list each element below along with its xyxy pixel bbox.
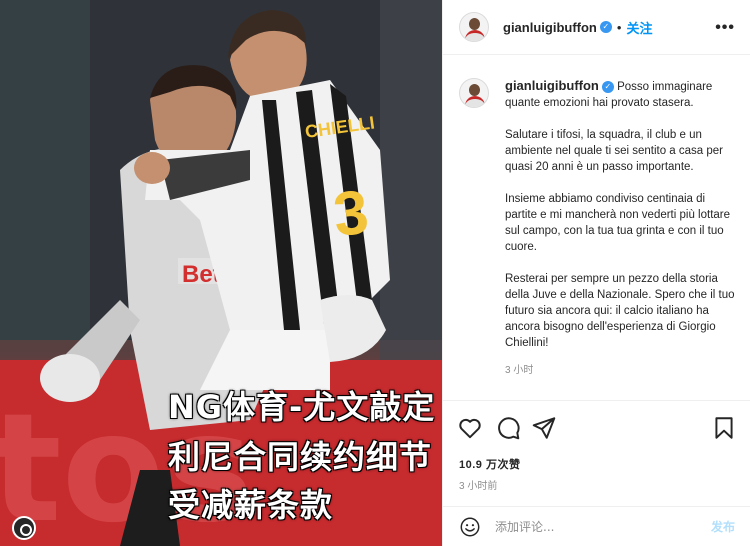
tagged-user-icon[interactable] [12,516,36,540]
comment-icon[interactable] [495,415,521,441]
caption-username[interactable]: gianluigibuffon [505,78,599,93]
verified-badge-icon: ✓ [601,80,614,93]
emoji-icon[interactable] [459,516,481,538]
verified-badge-icon: ✓ [599,21,612,33]
comment-input[interactable] [495,519,711,534]
post-photo[interactable]: tos Betcl CHIELLI 3 NG体育-尤文敲定 利尼合同续约细节 受… [0,0,442,546]
caption-paragraph: Salutare i tifosi, la squadra, il club e… [505,129,723,173]
likes-count[interactable]: 10.9 万次赞 [459,456,520,472]
add-comment-bar: 发布 [443,506,750,546]
caption-first-paragraph: gianluigibuffon ✓ Posso immaginare quante… [505,78,735,111]
caption-row: gianluigibuffon ✓ Posso immaginare quante… [459,78,735,367]
bookmark-icon[interactable] [711,415,737,441]
header-separator: • [616,19,622,35]
overlay-headline-line-1: NG体育-尤文敲定 [168,388,436,426]
caption-paragraph: Insieme abbiamo condiviso centinaia di p… [505,193,731,253]
avatar[interactable] [459,12,489,42]
caption-avatar[interactable] [459,78,489,108]
follow-button[interactable]: 关注 [626,18,652,37]
post-timestamp: 3 小时前 [459,481,498,492]
jersey-number: 3 [330,178,372,250]
share-icon[interactable] [531,415,557,441]
caption-text: gianluigibuffon ✓ Posso immaginare quante… [505,78,735,367]
caption-paragraph: Resterai per sempre un pezzo della stori… [505,273,735,349]
more-options-button[interactable]: ••• [715,19,735,37]
post-comment-button[interactable]: 发布 [711,518,735,535]
post-actions [443,400,750,456]
post-header: gianluigibuffon ✓ • 关注 ••• [443,0,750,55]
overlay-headline-line-3: 受减薪条款 [168,486,334,524]
post-detail-pane: gianluigibuffon ✓ • 关注 ••• gianluigibuff… [442,0,750,546]
comments-section[interactable]: gianluigibuffon ✓ Posso immaginare quante… [443,56,750,400]
header-username[interactable]: gianluigibuffon [503,20,597,35]
overlay-headline-line-2: 利尼合同续约细节 [168,438,433,476]
heart-icon[interactable] [457,415,483,441]
